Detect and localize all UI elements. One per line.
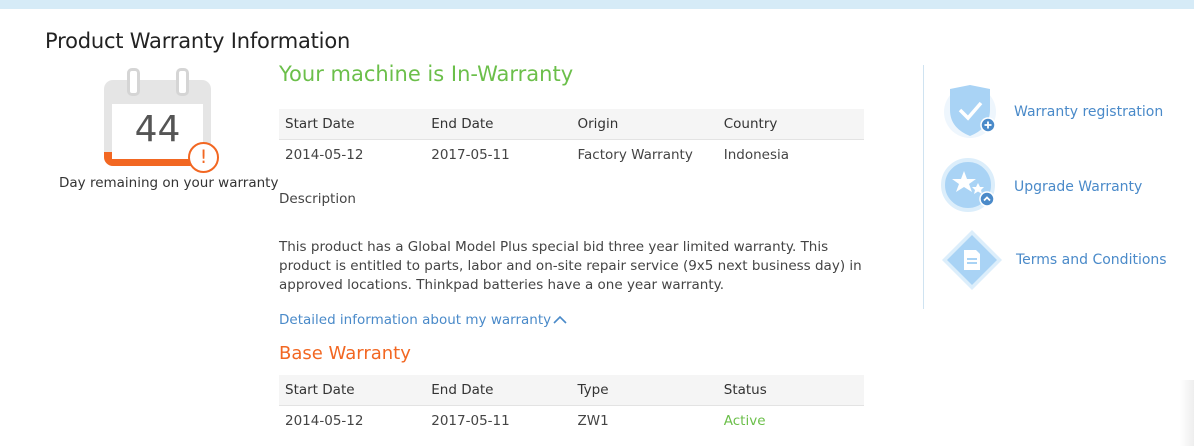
country-cell: Indonesia: [717, 139, 864, 170]
origin-cell: Factory Warranty: [571, 139, 718, 170]
document-icon: [940, 228, 1002, 290]
column-header: Start Date: [279, 109, 426, 140]
sidebar-divider: [923, 65, 924, 309]
column-header: Country: [717, 109, 864, 140]
chevron-up-icon: [553, 313, 567, 327]
table-row: 2014-05-12 2017-05-11 ZW1 Active: [279, 405, 864, 436]
status-cell: Active: [717, 405, 864, 436]
column-header: Status: [717, 375, 864, 406]
start-date-cell: 2014-05-12: [279, 139, 426, 170]
terms-and-conditions-link[interactable]: Terms and Conditions: [940, 228, 1180, 292]
days-remaining-count: 44: [134, 109, 181, 150]
column-header: Origin: [571, 109, 718, 140]
warranty-registration-link[interactable]: Warranty registration: [940, 80, 1180, 144]
column-header: Type: [571, 375, 718, 406]
end-date-cell: 2017-05-11: [425, 405, 572, 436]
table-row: 2014-05-12 2017-05-11 Factory Warranty I…: [279, 139, 864, 170]
scroll-edge-shadow: [1180, 380, 1194, 446]
warranty-details-link[interactable]: Detailed information about my warranty: [279, 312, 567, 328]
warranty-status-heading: Your machine is In-Warranty: [279, 62, 574, 86]
stars-icon: [940, 155, 1002, 217]
upgrade-warranty-link[interactable]: Upgrade Warranty: [940, 155, 1180, 219]
calendar-ring-left: [127, 68, 140, 96]
shield-check-icon: [940, 80, 1002, 142]
calendar-icon: 44 !: [102, 68, 222, 173]
start-date-cell: 2014-05-12: [279, 405, 426, 436]
top-bar: [0, 0, 1194, 9]
column-header: End Date: [425, 375, 572, 406]
calendar-ring-right: [176, 68, 189, 96]
table-header-row: Start Date End Date Origin Country: [279, 109, 864, 140]
column-header: Start Date: [279, 375, 426, 406]
days-remaining-caption: Day remaining on your warranty: [59, 175, 279, 191]
description-label: Description: [279, 191, 356, 207]
warranty-details-link-label: Detailed information about my warranty: [279, 312, 552, 328]
base-warranty-heading: Base Warranty: [279, 343, 411, 364]
description-text: This product has a Global Model Plus spe…: [279, 239, 862, 293]
type-cell: ZW1: [571, 405, 718, 436]
end-date-cell: 2017-05-11: [425, 139, 572, 170]
column-header: End Date: [425, 109, 572, 140]
page-title: Product Warranty Information: [45, 29, 351, 53]
upgrade-warranty-label: Upgrade Warranty: [1014, 179, 1143, 195]
base-warranty-table: Start Date End Date Type Status 2014-05-…: [279, 375, 864, 436]
warranty-registration-label: Warranty registration: [1014, 104, 1164, 120]
table-header-row: Start Date End Date Type Status: [279, 375, 864, 406]
terms-and-conditions-label: Terms and Conditions: [1016, 252, 1167, 268]
warranty-summary-table: Start Date End Date Origin Country 2014-…: [279, 109, 864, 170]
alert-icon: !: [188, 142, 219, 173]
